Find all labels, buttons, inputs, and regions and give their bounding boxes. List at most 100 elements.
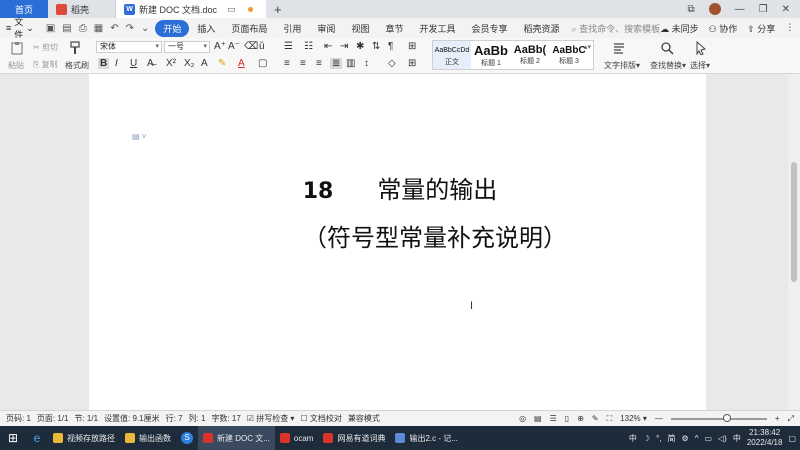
taskbar-app-output-folder[interactable]: 输出函数	[120, 426, 176, 450]
font-size-select[interactable]: 一号 ▾	[164, 41, 210, 53]
paste-icon[interactable]	[10, 41, 24, 55]
find-replace-icon[interactable]	[660, 41, 674, 55]
print-icon[interactable]: ⎙	[79, 23, 87, 34]
menu-item-developer[interactable]: 开发工具	[411, 22, 463, 35]
web-view-icon[interactable]: ⊕	[577, 414, 584, 423]
char-border-icon[interactable]: ▢	[258, 58, 267, 69]
highlight-icon[interactable]: ✎	[218, 58, 226, 69]
style-heading-3[interactable]: AaBbC 标题 3	[551, 41, 587, 69]
select-button[interactable]: 选择▾	[690, 60, 710, 71]
windows-start-icon[interactable]: ⊞	[0, 431, 26, 445]
sync-status[interactable]: ☁ 未同步	[660, 22, 699, 35]
tab-document[interactable]: W 新建 DOC 文档.doc ▭	[116, 0, 266, 18]
menu-item-view[interactable]: 视图	[343, 22, 377, 35]
redo-icon[interactable]: ↷	[126, 23, 134, 34]
font-color-icon[interactable]: A	[238, 58, 245, 69]
fit-page-icon[interactable]: ⛶	[607, 414, 613, 424]
menu-item-insert[interactable]: 插入	[189, 22, 223, 35]
more-icon[interactable]: ⋮	[785, 22, 794, 35]
volume-icon[interactable]: ◁)	[718, 434, 727, 443]
taskbar-app-notepad[interactable]: 输出2.c - 记...	[390, 426, 462, 450]
paste-button[interactable]: 粘贴	[8, 60, 24, 71]
edge-icon[interactable]: e	[26, 426, 48, 450]
status-page[interactable]: 页码: 1	[6, 413, 31, 424]
sogou-icon[interactable]: S	[176, 426, 198, 450]
sort-icon[interactable]: ⇅	[372, 41, 380, 52]
print-preview-icon[interactable]: ▦	[94, 23, 103, 34]
share-button[interactable]: ⇪ 分享	[747, 22, 775, 35]
outline-view-icon[interactable]: ☰	[550, 414, 557, 423]
avatar[interactable]	[708, 3, 721, 15]
command-search[interactable]: ⌕ 查找命令、搜索模板	[572, 22, 661, 35]
collab-button[interactable]: ⚇ 协作	[709, 22, 738, 35]
taskbar-app-ocam[interactable]: ocam	[275, 426, 319, 450]
taskbar-app-wps-document[interactable]: 新建 DOC 文...	[198, 426, 275, 450]
zoom-out-button[interactable]: —	[655, 414, 663, 423]
copy-button[interactable]: ⎘ 复制	[33, 59, 58, 70]
style-normal[interactable]: AaBbCcDd 正文	[433, 41, 471, 69]
vertical-scrollbar[interactable]	[788, 74, 800, 410]
format-painter-button[interactable]: 格式刷	[65, 60, 89, 71]
justify-icon[interactable]: ≣	[330, 58, 343, 69]
align-center-icon[interactable]: ≡	[300, 58, 306, 69]
punctuation-icon[interactable]: °,	[656, 434, 661, 443]
subscript-button[interactable]: X₂	[184, 58, 195, 69]
superscript-button[interactable]: X²	[166, 58, 176, 69]
distribute-icon[interactable]: ▥	[346, 58, 355, 69]
bold-button[interactable]: B	[98, 58, 110, 69]
page-view-icon[interactable]: ▤	[534, 414, 542, 423]
paragraph-options-icon[interactable]: ▤ ˅	[132, 132, 146, 141]
status-words[interactable]: 字数: 17	[211, 413, 240, 424]
zoom-level[interactable]: 132% ▾	[620, 414, 647, 423]
chevron-down-icon[interactable]: ⌄	[141, 23, 149, 34]
tray-expand-icon[interactable]: ^	[695, 434, 699, 443]
strikethrough-button[interactable]: A̶	[147, 58, 154, 69]
reading-view-icon[interactable]: ▯	[565, 414, 569, 423]
menu-item-member[interactable]: 会员专享	[463, 22, 515, 35]
zoom-slider-knob[interactable]	[722, 413, 731, 422]
restore-icon[interactable]: ⧉	[688, 4, 695, 15]
menu-item-page-layout[interactable]: 页面布局	[223, 22, 275, 35]
notification-icon[interactable]: ▢	[788, 434, 796, 443]
decrease-indent-icon[interactable]: ⇤	[324, 41, 332, 52]
numbered-list-icon[interactable]: ☷	[304, 41, 313, 52]
zoom-in-button[interactable]: +	[775, 414, 780, 423]
align-left-icon[interactable]: ≡	[284, 58, 290, 69]
find-replace-button[interactable]: 查找替换▾	[650, 60, 686, 71]
close-button[interactable]: ✕	[782, 4, 790, 15]
taskbar-app-youdao[interactable]: 网易有道词典	[318, 426, 390, 450]
increase-indent-icon[interactable]: ⇥	[340, 41, 348, 52]
font-name-select[interactable]: 宋体 ▾	[96, 41, 162, 53]
cut-button[interactable]: ✂ 剪切	[33, 42, 58, 53]
menu-item-review[interactable]: 审阅	[309, 22, 343, 35]
style-heading-1[interactable]: AaBb 标题 1	[473, 41, 509, 69]
select-arrow-icon[interactable]	[694, 41, 708, 55]
bullet-list-icon[interactable]: ☰	[284, 41, 293, 52]
text-layout-icon[interactable]	[612, 41, 626, 55]
menu-item-references[interactable]: 引用	[275, 22, 309, 35]
ime-simplified[interactable]: 简	[668, 433, 676, 444]
decrease-font-icon[interactable]: A⁻	[228, 41, 240, 52]
moon-icon[interactable]: ☽	[643, 434, 650, 443]
italic-button[interactable]: I	[115, 58, 118, 69]
undo-icon[interactable]: ↶	[110, 23, 118, 34]
minimize-button[interactable]: —	[735, 4, 745, 15]
text-effect-icon[interactable]: A	[201, 58, 208, 69]
phonetic-icon[interactable]: ǔ	[259, 41, 265, 52]
proofread-toggle[interactable]: ☐ 文档校对	[300, 413, 341, 424]
align-right-icon[interactable]: ≡	[316, 58, 322, 69]
scrollbar-thumb[interactable]	[791, 162, 797, 282]
ime-lang[interactable]: 中	[733, 433, 741, 444]
increase-font-icon[interactable]: A⁺	[214, 41, 226, 52]
tab-daoke[interactable]: 稻壳	[48, 0, 116, 18]
paragraph-settings-icon[interactable]: ⊞	[408, 41, 416, 52]
write-mode-icon[interactable]: ✎	[592, 414, 599, 423]
spellcheck-toggle[interactable]: ☑ 拼写检查 ▾	[247, 413, 295, 424]
format-painter-icon[interactable]	[68, 41, 82, 55]
ime-mode[interactable]: 中	[629, 433, 637, 444]
shading-icon[interactable]: ◇	[388, 58, 396, 69]
underline-button[interactable]: U	[130, 58, 137, 69]
network-icon[interactable]: ▭	[704, 434, 712, 443]
window-mode-icon[interactable]: ▭	[227, 4, 236, 15]
zoom-slider[interactable]	[670, 413, 767, 422]
